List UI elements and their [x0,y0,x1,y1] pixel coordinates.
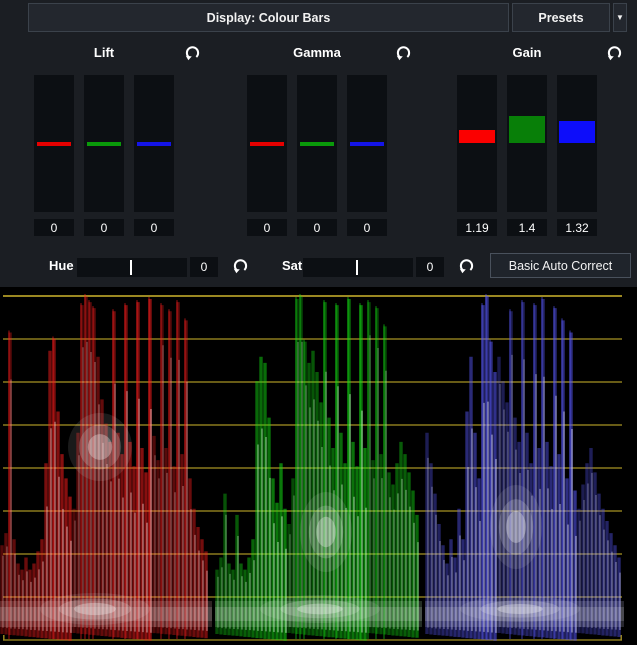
sat-value[interactable]: 0 [416,257,444,277]
lift-reset-icon[interactable] [184,44,201,61]
sat-slider-handle [356,260,358,275]
lift-green-value[interactable]: 0 [84,219,124,236]
gamma-red-handle [250,142,284,146]
gamma-red-slider[interactable] [247,75,287,212]
gain-green-handle [509,116,545,143]
gamma-title: Gamma [247,45,387,60]
lift-red-handle [37,142,71,146]
gain-section: Gain 1.19 1.4 1.32 [457,45,597,236]
presets-dropdown-button[interactable]: ▼ [613,3,627,32]
gain-blue-handle [559,121,595,143]
gain-red-slider[interactable] [457,75,497,212]
gamma-blue-slider[interactable] [347,75,387,212]
gamma-green-value[interactable]: 0 [297,219,337,236]
presets-button[interactable]: Presets [512,3,610,32]
chevron-down-icon: ▼ [616,13,624,22]
hue-label: Hue [49,258,74,273]
gain-blue-value[interactable]: 1.32 [557,219,597,236]
gain-green-slider[interactable] [507,75,547,212]
gamma-green-handle [300,142,334,146]
hue-value[interactable]: 0 [190,257,218,277]
gain-title: Gain [457,45,597,60]
gain-red-value[interactable]: 1.19 [457,219,497,236]
hue-reset-icon[interactable] [232,257,249,274]
color-correct-panel: Display: Colour Bars Presets ▼ Lift 0 0 … [0,0,637,287]
sat-label: Sat [282,258,302,273]
gamma-red-value[interactable]: 0 [247,219,287,236]
lift-green-handle [87,142,121,146]
gain-red-handle [459,130,495,143]
gamma-reset-icon[interactable] [395,44,412,61]
lift-blue-slider[interactable] [134,75,174,212]
lift-section: Lift 0 0 0 [34,45,174,236]
rgb-parade-scope [0,287,637,645]
lift-red-value[interactable]: 0 [34,219,74,236]
gain-green-value[interactable]: 1.4 [507,219,547,236]
gamma-blue-handle [350,142,384,146]
sat-reset-icon[interactable] [458,257,475,274]
gain-blue-slider[interactable] [557,75,597,212]
hue-slider[interactable] [77,258,187,277]
lift-blue-value[interactable]: 0 [134,219,174,236]
gamma-section: Gamma 0 0 0 [247,45,387,236]
lift-title: Lift [34,45,174,60]
display-source-button[interactable]: Display: Colour Bars [28,3,509,32]
gamma-green-slider[interactable] [297,75,337,212]
hue-slider-handle [130,260,132,275]
gain-reset-icon[interactable] [606,44,623,61]
sat-slider[interactable] [303,258,413,277]
lift-blue-handle [137,142,171,146]
gamma-blue-value[interactable]: 0 [347,219,387,236]
lift-green-slider[interactable] [84,75,124,212]
basic-auto-correct-button[interactable]: Basic Auto Correct [490,253,631,278]
lift-red-slider[interactable] [34,75,74,212]
